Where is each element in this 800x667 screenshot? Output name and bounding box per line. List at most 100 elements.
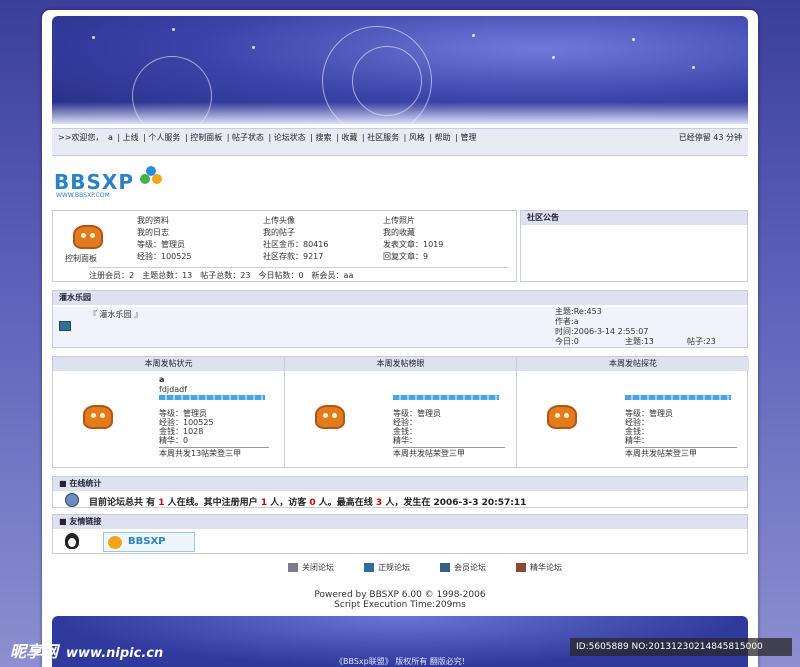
user-avatar[interactable] [73,225,103,249]
welcome-text: >>欢迎您， [58,133,104,142]
online-stats: ■ 在线统计 目前论坛总共 有 1 人在线。其中注册用户 1 人，访客 0 人。… [52,476,748,508]
user-exp: 经验：100525 [137,252,192,261]
user-level: 等级：管理员 [137,240,185,249]
nav-link-style[interactable]: 风格 [409,133,425,142]
weekly-first-essence: 精华：0 [159,436,189,445]
nav-link-forum-status[interactable]: 论坛状态 [274,133,306,142]
my-profile-link[interactable]: 我的资料 [137,215,169,227]
friend-links-header: ■ 友情链接 [53,515,747,529]
online-summary: 目前论坛总共 有 1 人在线。其中注册用户 1 人，访客 0 人。最高在线 3 … [89,498,527,508]
weekly-third-essence: 精华： [625,436,649,445]
forum-name-link[interactable]: 『 灌水乐园 』 [89,309,142,321]
weekly-first-level: 等级：管理员 [159,409,207,418]
friend-links: ■ 友情链接 BBSXP [52,514,748,554]
forum-page: >>欢迎您， a | 上线 | 个人服务 | 控制面板 | 帖子状态 | 论坛状… [42,10,758,667]
nav-link-help[interactable]: 帮助 [435,133,451,142]
my-blog-link[interactable]: 我的日志 [137,227,169,239]
announcement-panel: 社区公告 [520,210,748,282]
legend-essence: 精华论坛 [516,562,562,573]
forum-category-header[interactable]: 灌水乐园 [53,291,747,305]
forum-legend: 关闭论坛 正规论坛 会员论坛 精华论坛 [288,562,608,576]
forum-row: 『 灌水乐园 』 主题:Re:453 作者:a 时间:2006-3-14 2:5… [53,307,747,347]
weekly-second: 本周发帖榜眼 等级：管理员 经验： 金钱： 精华： 本周共发帖荣登三甲 [285,357,517,467]
my-posts-link[interactable]: 我的帖子 [263,227,295,239]
nav-link-admin[interactable]: 管理 [460,133,476,142]
image-id-bar: ID:5605889 NO:20131230214845815000 [570,638,792,656]
weekly-third-exp: 经验： [625,418,649,427]
legend-normal: 正规论坛 [364,562,410,573]
powered-by[interactable]: Powered by BBSXP 6.00 © 1998-2006 [42,590,758,600]
qq-penguin-icon [65,533,79,549]
header-banner [52,16,748,124]
weekly-first-sub: fdjdadf [159,385,187,394]
forum-section: 灌水乐园 『 灌水乐园 』 主题:Re:453 作者:a 时间:2006-3-1… [52,290,748,348]
user-coins: 社区金币：80416 [263,240,329,249]
weekly-third-bar [625,395,731,400]
logo-text: BBSXP [54,170,134,194]
online-stats-title: 在线统计 [69,479,102,488]
weekly-first-exp: 经验：100525 [159,418,214,427]
execution-time: Script Execution Time:209ms [334,600,466,610]
footer: Powered by BBSXP 6.00 © 1998-2006 Script… [42,590,758,610]
weekly-second-summary: 本周共发帖荣登三甲 [393,449,465,458]
nav-link-online[interactable]: 上线 [123,133,139,142]
posts-count: 帖子:23 [687,337,716,346]
nav-link-personal[interactable]: 个人服务 [148,133,180,142]
user-articles: 发表文章：1019 [383,240,444,249]
weekly-second-title: 本周发帖榜眼 [285,357,516,371]
announcement-title: 社区公告 [521,211,747,225]
nav-link-favorites[interactable]: 收藏 [341,133,357,142]
weekly-first-money: 金钱：1028 [159,427,204,436]
nipic-watermark: 昵享网 www.nipic.cn [10,642,164,661]
legend-member: 会员论坛 [440,562,486,573]
weekly-first-title: 本周发帖状元 [53,357,284,371]
user-panel: 控制面板 我的资料 我的日志 等级：管理员 经验：100525 上传头像 我的帖… [52,210,517,282]
weekly-third-level: 等级：管理员 [625,409,673,418]
bbsxp-link-logo[interactable]: BBSXP [103,532,195,552]
nav-link-community[interactable]: 社区服务 [367,133,399,142]
today-count: 今日:0 [555,337,579,346]
upload-photo-link[interactable]: 上传照片 [383,215,415,227]
upload-avatar-link[interactable]: 上传头像 [263,215,295,227]
weekly-first: 本周发帖状元 a fdjdadf 等级：管理员 经验：100525 金钱：102… [53,357,285,467]
username-link[interactable]: a [108,133,113,142]
logo-url: WWW.BBSXP.COM [56,192,110,199]
weekly-second-avatar[interactable] [315,405,345,429]
user-deposit: 社区存款：9217 [263,252,324,261]
forum-status-icon [59,321,71,331]
weekly-third: 本周发帖探花 等级：管理员 经验： 金钱： 精华： 本周共发帖荣登三甲 [517,357,749,467]
weekly-top-posters: 本周发帖状元 a fdjdadf 等级：管理员 经验：100525 金钱：102… [52,356,749,468]
forum-stats: 注册会员：2 主题总数：13 帖子总数：23 今日帖数：0 新会员：aa [89,267,509,282]
weekly-third-money: 金钱： [625,427,649,436]
latest-topic-link[interactable]: 主题:Re:453 [555,307,602,317]
online-time: 已经停留 43 分钟 [678,133,742,142]
weekly-second-bar [393,395,499,400]
logo-flower-icon [140,166,162,188]
online-stats-header[interactable]: ■ 在线统计 [53,477,747,491]
weekly-third-avatar[interactable] [547,405,577,429]
weekly-second-money: 金钱： [393,427,417,436]
weekly-first-bar [159,395,265,400]
legend-closed: 关闭论坛 [288,562,334,573]
top-nav: >>欢迎您， a | 上线 | 个人服务 | 控制面板 | 帖子状态 | 论坛状… [52,128,748,156]
nav-link-control[interactable]: 控制面板 [190,133,222,142]
latest-author: 作者:a [555,317,579,326]
friend-links-title: 友情链接 [69,517,102,526]
weekly-second-essence: 精华： [393,436,417,445]
weekly-second-level: 等级：管理员 [393,409,441,418]
control-panel-link[interactable]: 控制面板 [65,253,97,265]
site-logo[interactable]: BBSXP WWW.BBSXP.COM [54,166,204,202]
weekly-first-summary: 本周共发13帖荣登三甲 [159,449,242,458]
my-favorites-link[interactable]: 我的收藏 [383,227,415,239]
topics-count: 主题:13 [625,337,654,346]
latest-time: 时间:2006-3-14 2:55:07 [555,327,649,336]
weekly-first-avatar[interactable] [83,405,113,429]
weekly-third-summary: 本周共发帖荣登三甲 [625,449,697,458]
user-replies: 回复文章：9 [383,252,429,261]
weekly-third-title: 本周发帖探花 [517,357,749,371]
online-globe-icon [65,493,79,507]
nav-link-post-status[interactable]: 帖子状态 [232,133,264,142]
weekly-second-exp: 经验： [393,418,417,427]
weekly-first-name[interactable]: a [159,375,164,384]
nav-link-search[interactable]: 搜索 [316,133,332,142]
